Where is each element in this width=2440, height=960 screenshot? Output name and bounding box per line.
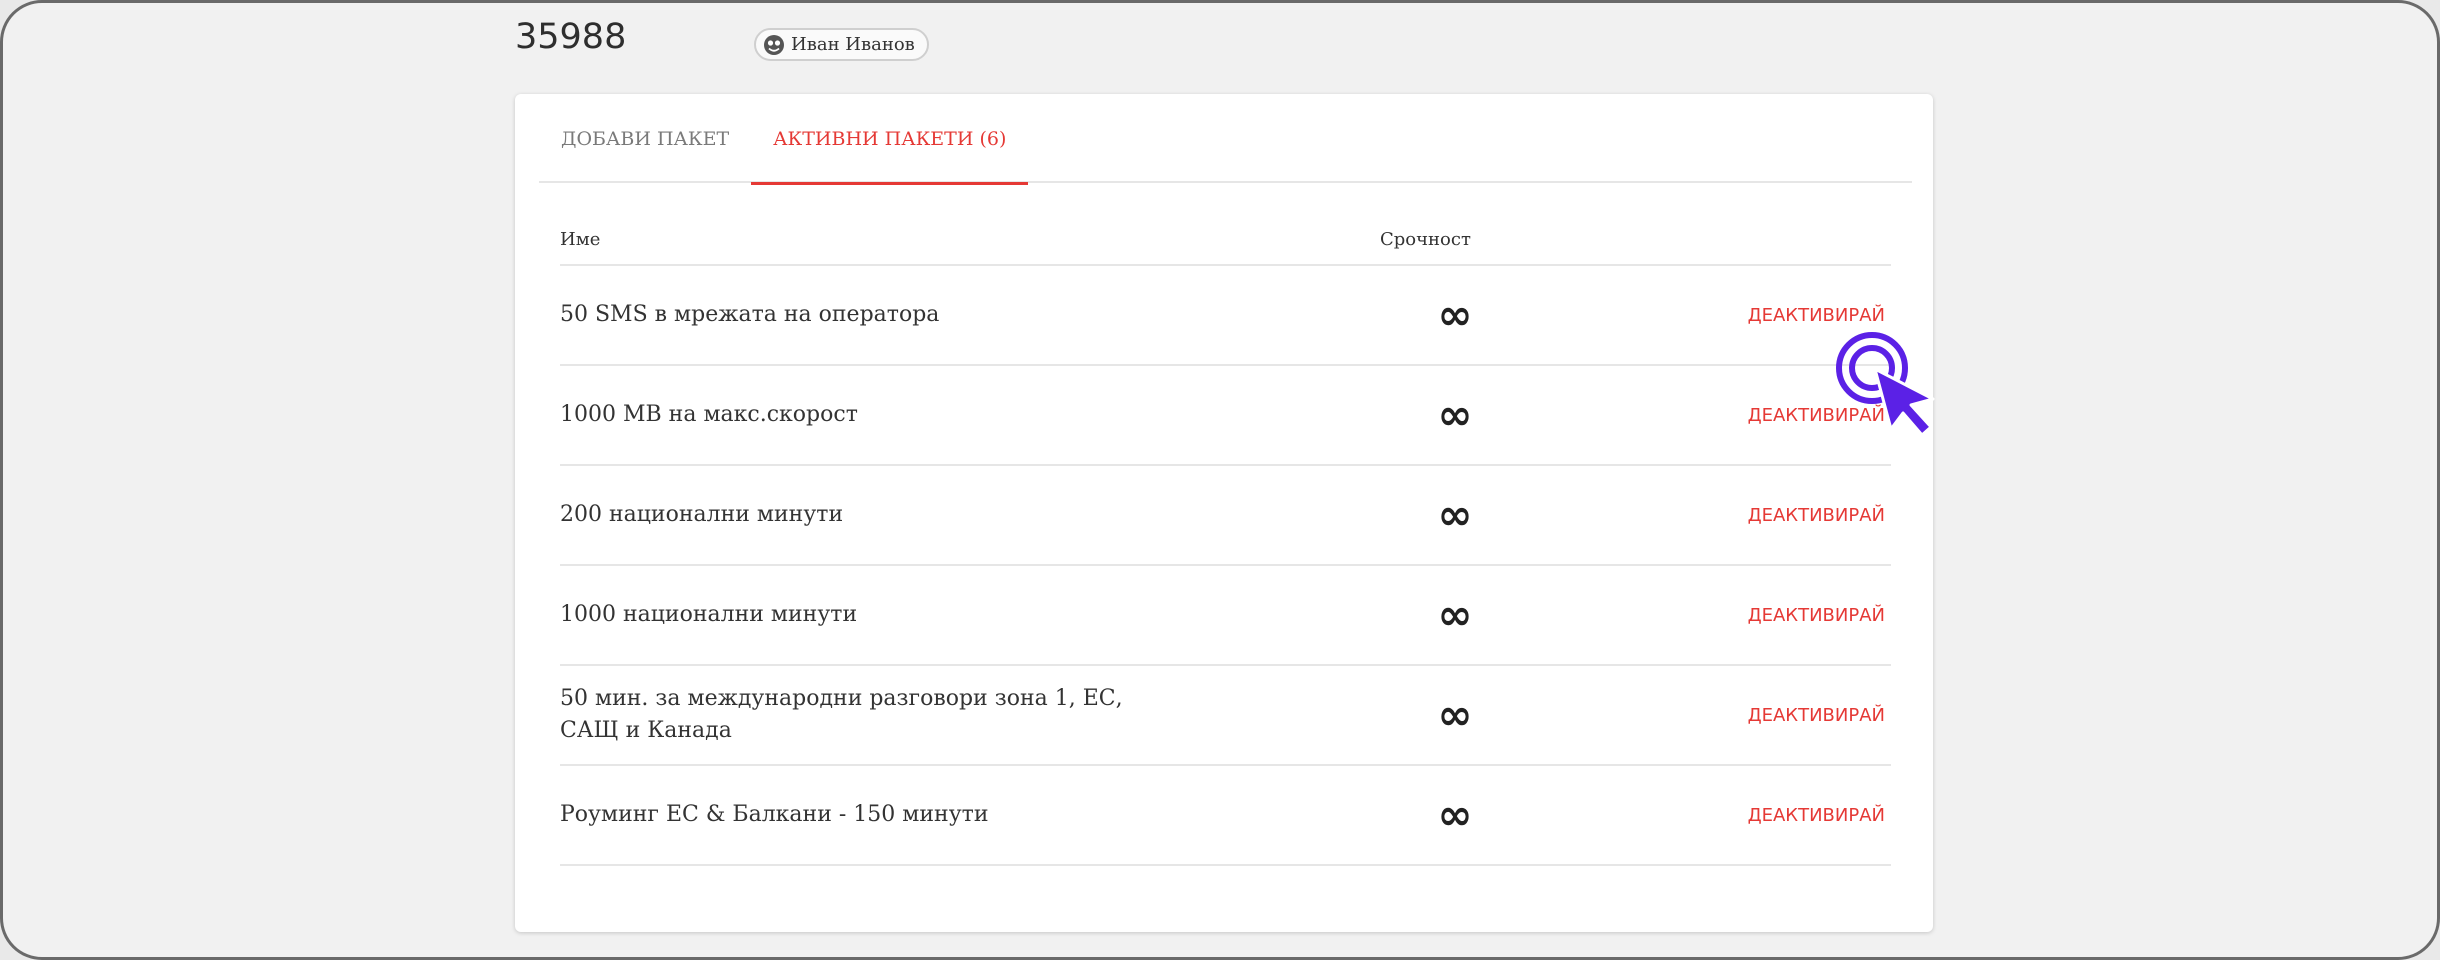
term-infinity-icon: ∞ bbox=[1437, 290, 1473, 339]
packages-card: ДОБАВИ ПАКЕТ АКТИВНИ ПАКЕТИ (6) Име Сроч… bbox=[515, 94, 1933, 932]
table-header: Име Срочност bbox=[560, 214, 1891, 266]
table-row: 200 национални минути ∞ ДЕАКТИВИРАЙ bbox=[560, 466, 1891, 566]
deactivate-button[interactable]: ДЕАКТИВИРАЙ bbox=[1530, 805, 1891, 826]
phone-number-title: 35988 bbox=[515, 17, 627, 57]
table-row: 50 SMS в мрежата на оператора ∞ ДЕАКТИВИ… bbox=[560, 266, 1891, 366]
tab-bar: ДОБАВИ ПАКЕТ АКТИВНИ ПАКЕТИ (6) bbox=[539, 94, 1912, 185]
user-face-icon bbox=[763, 34, 785, 56]
term-infinity-icon: ∞ bbox=[1437, 590, 1473, 639]
package-name: 1000 MB на макс.скорост bbox=[560, 402, 858, 427]
user-chip[interactable]: Иван Иванов bbox=[754, 28, 929, 61]
term-infinity-icon: ∞ bbox=[1437, 490, 1473, 539]
table-row: 50 мин. за международни разговори зона 1… bbox=[560, 666, 1891, 766]
tab-add-package[interactable]: ДОБАВИ ПАКЕТ bbox=[539, 94, 751, 183]
table-row: Роуминг ЕС & Балкани - 150 минути ∞ ДЕАК… bbox=[560, 766, 1891, 866]
deactivate-button[interactable]: ДЕАКТИВИРАЙ bbox=[1530, 305, 1891, 326]
term-infinity-icon: ∞ bbox=[1437, 790, 1473, 839]
package-name: 50 мин. за международни разговори зона 1… bbox=[560, 686, 1123, 743]
package-name: 1000 национални минути bbox=[560, 602, 858, 627]
deactivate-button[interactable]: ДЕАКТИВИРАЙ bbox=[1530, 505, 1891, 526]
package-name: 50 SMS в мрежата на оператора bbox=[560, 302, 940, 327]
table-row: 1000 MB на макс.скорост ∞ ДЕАКТИВИРАЙ bbox=[560, 366, 1891, 466]
deactivate-button[interactable]: ДЕАКТИВИРАЙ bbox=[1530, 605, 1891, 626]
user-name: Иван Иванов bbox=[791, 34, 915, 55]
package-name: 200 национални минути bbox=[560, 502, 844, 527]
table-row: 1000 национални минути ∞ ДЕАКТИВИРАЙ bbox=[560, 566, 1891, 666]
column-header-term: Срочност bbox=[1380, 228, 1471, 250]
column-header-name: Име bbox=[560, 228, 601, 250]
term-infinity-icon: ∞ bbox=[1437, 690, 1473, 739]
deactivate-button[interactable]: ДЕАКТИВИРАЙ bbox=[1530, 405, 1891, 426]
deactivate-button[interactable]: ДЕАКТИВИРАЙ bbox=[1530, 705, 1891, 726]
term-infinity-icon: ∞ bbox=[1437, 390, 1473, 439]
tab-active-packages[interactable]: АКТИВНИ ПАКЕТИ (6) bbox=[751, 94, 1029, 185]
packages-table: Име Срочност 50 SMS в мрежата на операто… bbox=[560, 214, 1891, 866]
screen-frame: 35988 Иван Иванов ДОБАВИ ПАКЕТ АКТИВНИ П… bbox=[0, 0, 2440, 960]
package-name: Роуминг ЕС & Балкани - 150 минути bbox=[560, 802, 989, 827]
